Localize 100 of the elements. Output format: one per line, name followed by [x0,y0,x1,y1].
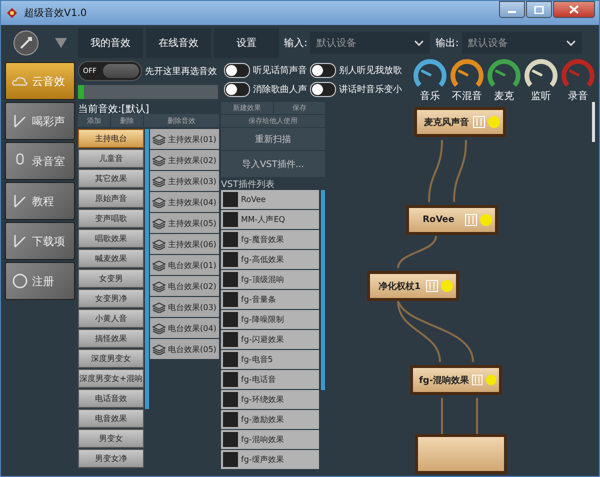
effect-item[interactable]: 儿童音 [78,149,144,168]
plugin-item[interactable]: fg-魔音效果 [221,230,319,249]
effect-item[interactable]: 唱歌效果 [78,229,144,248]
preset-item[interactable]: 电台效果(04) [150,318,219,338]
stack-icon [152,238,166,250]
effect-item[interactable]: 变声唱歌 [78,209,144,228]
gauge-label: 录音 [568,90,588,103]
tab[interactable]: 设置 [214,28,279,58]
plugin-thumbnail [223,432,238,447]
connector-wire [428,140,443,202]
plugin-thumbnail [223,372,238,387]
gauge-dial[interactable] [524,57,558,89]
stack-icon [152,280,166,292]
toggle-switch[interactable] [224,82,250,97]
preset-item[interactable]: 电台效果(01) [150,255,219,275]
plugin-thumbnail [223,232,238,247]
plugin-item[interactable]: fg-高低效果 [221,250,319,269]
scrollbar[interactable] [321,190,325,390]
output-select[interactable]: 默认设备 [462,32,582,54]
effect-item[interactable]: 女变男 [78,269,144,288]
preset-item[interactable]: 主持效果(05) [150,213,219,233]
input-select[interactable]: 默认设备 [310,32,430,54]
logo-icon[interactable] [13,30,39,56]
rescan-button[interactable]: 重新扫描 [221,128,325,150]
preset-item[interactable]: 主持效果(01) [150,129,219,149]
plugin-item[interactable]: fg-激励效果 [221,410,319,429]
gauge-dial[interactable] [450,57,484,89]
dropdown-triangle-icon[interactable] [55,38,67,48]
effect-item[interactable]: 电音效果 [78,409,144,428]
gauge-dial[interactable] [413,57,447,89]
plugin-item[interactable]: MM-人声EQ [221,210,319,229]
minimize-button[interactable] [499,1,525,18]
preset-item[interactable]: 电台效果(03) [150,297,219,317]
status-dot-icon [486,374,496,386]
sidebar-item[interactable]: 喝彩声 [5,102,75,140]
toggle-label: 消除歌曲人声 [253,84,307,96]
effect-item[interactable]: 男变女净 [78,449,144,468]
sidebar-item[interactable]: 注册 [5,262,75,300]
sidebar-item[interactable]: 下载项 [5,222,75,260]
plugin-thumbnail [223,332,238,347]
scrollbar[interactable] [145,129,149,409]
toggle-switch[interactable] [310,63,336,78]
gauge-dial[interactable] [487,57,521,89]
plugin-item[interactable]: fg-闪避效果 [221,330,319,349]
preset-item[interactable]: 主持效果(02) [150,150,219,170]
maximize-icon [534,6,544,14]
effect-item[interactable]: 女变男净 [78,289,144,308]
effect-node[interactable]: fg-混响效果 [410,365,502,395]
plugin-item[interactable]: fg-降噪限制 [221,310,319,329]
plugin-thumbnail [223,312,238,327]
sidebar-item[interactable]: 教程 [5,182,75,220]
plugin-item[interactable]: fg-音量条 [221,290,319,309]
plugin-item[interactable]: fg-环绕效果 [221,390,319,409]
effect-node[interactable]: 麦克风声音 [414,107,506,137]
effect-item[interactable]: 深度男变女 [78,349,144,368]
plugin-item[interactable]: fg-混响效果 [221,430,319,449]
stack-icon [152,134,166,144]
close-button[interactable] [553,1,595,18]
close-icon [569,5,579,14]
maximize-button[interactable] [526,1,552,18]
stack-icon [152,260,166,270]
stack-icon [152,176,166,186]
plugin-thumbnail [223,272,238,287]
tab[interactable]: 我的音效 [78,28,143,58]
scrollbar[interactable] [592,102,595,142]
toggle-label: 听见话筒声音 [253,64,307,77]
plugin-item[interactable]: fg-电音5 [221,350,319,369]
effect-item[interactable]: 喊麦效果 [78,249,144,268]
effect-node[interactable]: RoVee [406,205,498,235]
effect-item[interactable]: 电话音效 [78,389,144,408]
preset-item[interactable]: 主持效果(03) [150,171,219,191]
app-icon [5,6,19,20]
sidebar-item[interactable]: 录音室 [5,142,75,180]
plugin-thumbnail [223,352,238,367]
plugin-item[interactable]: fg-电话音 [221,370,319,389]
output-node[interactable] [415,434,507,474]
connector-wire [453,140,467,202]
plugin-item[interactable]: fg-顶级混响 [221,270,319,289]
input-label: 输入: [284,36,308,50]
effect-item[interactable]: 小黄人音 [78,309,144,328]
effect-item[interactable]: 其它效果 [78,169,144,188]
effect-item[interactable]: 主持电台 [78,129,144,148]
tab[interactable]: 在线音效 [146,28,211,58]
preset-item[interactable]: 电台效果(02) [150,276,219,296]
preset-item[interactable]: 主持效果(04) [150,192,219,212]
effect-item[interactable]: 搞怪效果 [78,329,144,348]
preset-item[interactable]: 主持效果(06) [150,234,219,254]
toggle-switch[interactable] [224,63,250,78]
import-button[interactable]: 导入VST插件... [221,151,325,177]
effect-item[interactable]: 深度男变女+混响 [78,369,144,388]
stack-icon [152,302,166,312]
effect-item[interactable]: 原始声音 [78,189,144,208]
preset-item[interactable]: 电台效果(05) [150,339,219,359]
effect-item[interactable]: 男变女 [78,429,144,448]
effect-node[interactable]: 净化权杖1 [367,271,459,301]
plugin-item[interactable]: RoVee [221,190,319,209]
toggle-switch[interactable] [310,82,336,97]
gauge-label: 监听 [531,90,551,103]
status-dot-icon [488,116,500,128]
plugin-item[interactable]: fg-缓声效果 [221,450,319,469]
